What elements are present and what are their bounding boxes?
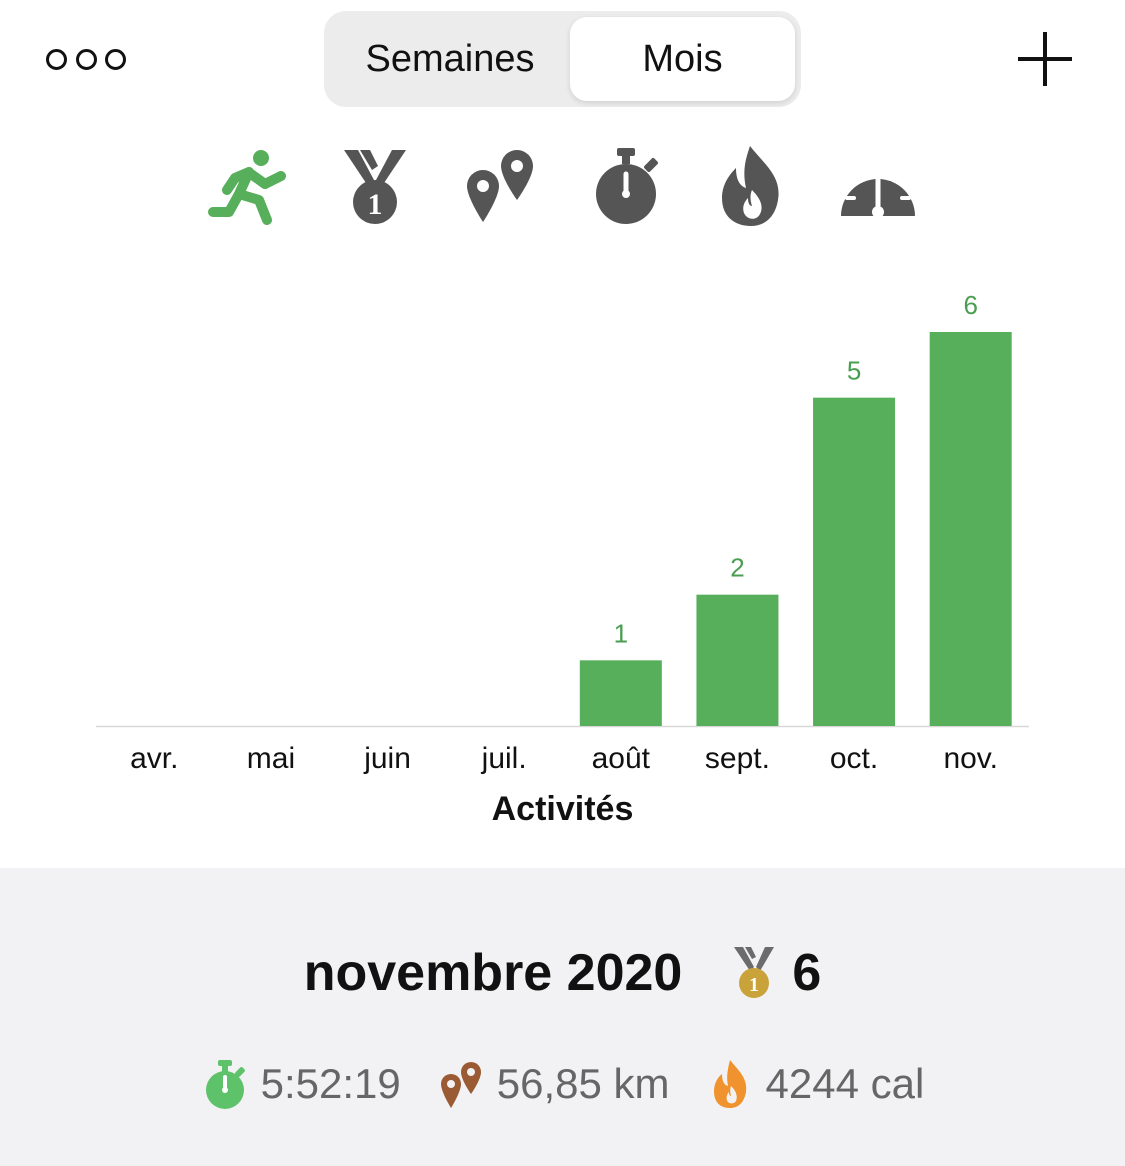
x-tick-label: oct. (830, 742, 878, 775)
svg-text:1: 1 (749, 974, 759, 996)
chart-bar-sept[interactable] (696, 594, 779, 726)
stopwatch-icon (596, 148, 658, 224)
distance-pins-icon (440, 1062, 481, 1108)
summary-stats: 5:52:19 56,85 km 4244 cal (0, 1054, 1125, 1114)
metric-duration-button[interactable] (581, 140, 671, 230)
metric-medal-button[interactable]: 1 (330, 140, 420, 230)
medal-icon: 1 (344, 150, 406, 224)
stat-distance: 56,85 km (437, 1058, 670, 1110)
svg-text:1: 1 (368, 188, 383, 221)
chart-bar-août[interactable] (579, 660, 662, 726)
month-summary: novembre 2020 1 6 5:52:19 56,85 km 4244 … (0, 868, 1125, 1166)
bar-value-label: 2 (730, 553, 744, 583)
summary-period: novembre 2020 (303, 944, 683, 1002)
chart-bar-oct[interactable] (813, 397, 896, 726)
ellipsis-icon (75, 48, 97, 70)
add-button[interactable] (1016, 30, 1074, 88)
bar-value-label: 5 (847, 356, 861, 386)
medal-icon: 1 (734, 947, 775, 998)
x-tick-label: mai (247, 742, 295, 775)
segment-months[interactable]: Mois (570, 17, 795, 101)
stat-distance-value: 56,85 km (496, 1060, 670, 1107)
period-segmented-control: Semaines Mois (324, 11, 801, 107)
speedometer-icon (841, 160, 915, 218)
summary-header: novembre 2020 1 6 (0, 938, 1125, 1008)
stat-duration-value: 5:52:19 (260, 1060, 401, 1107)
plus-icon (1018, 32, 1072, 86)
x-tick-label: août (592, 742, 651, 775)
stat-calories: 4244 cal (706, 1058, 925, 1110)
metric-selector: 1 (0, 140, 1125, 240)
metric-distance-button[interactable] (455, 140, 545, 230)
metric-activities-button[interactable] (205, 140, 295, 230)
distance-pins-icon (467, 150, 533, 222)
chart-title: Activités (491, 790, 634, 828)
segment-weeks[interactable]: Semaines (330, 17, 570, 101)
ellipsis-icon (46, 48, 67, 70)
x-tick-label: nov. (943, 742, 997, 775)
x-tick-label: juin (363, 742, 411, 775)
running-icon (208, 150, 286, 225)
metric-speed-button[interactable] (833, 140, 923, 230)
chart-bar-nov[interactable] (929, 332, 1012, 726)
x-tick-label: juil. (481, 742, 527, 775)
x-tick-label: avr. (130, 742, 178, 775)
top-bar: Semaines Mois (0, 0, 1125, 120)
summary-activities-count: 6 (792, 944, 822, 1002)
flame-icon (722, 146, 779, 226)
activities-chart: avr. mai juin juil. 1 août 2 sept. 5 oct. 6 nov. Ac… (0, 270, 1125, 850)
x-tick-label: sept. (705, 742, 770, 775)
ellipsis-icon (105, 48, 126, 70)
bar-value-label: 6 (963, 290, 977, 320)
stat-calories-value: 4244 cal (765, 1060, 925, 1107)
more-options-button[interactable] (46, 46, 126, 72)
metric-calories-button[interactable] (706, 140, 796, 230)
stat-duration: 5:52:19 (201, 1058, 401, 1110)
stopwatch-icon (205, 1060, 245, 1109)
flame-icon (713, 1060, 746, 1108)
bar-chart: avr. mai juin juil. 1 août 2 sept. 5 oct. 6 nov. (96, 290, 1029, 775)
bar-value-label: 1 (614, 618, 628, 648)
